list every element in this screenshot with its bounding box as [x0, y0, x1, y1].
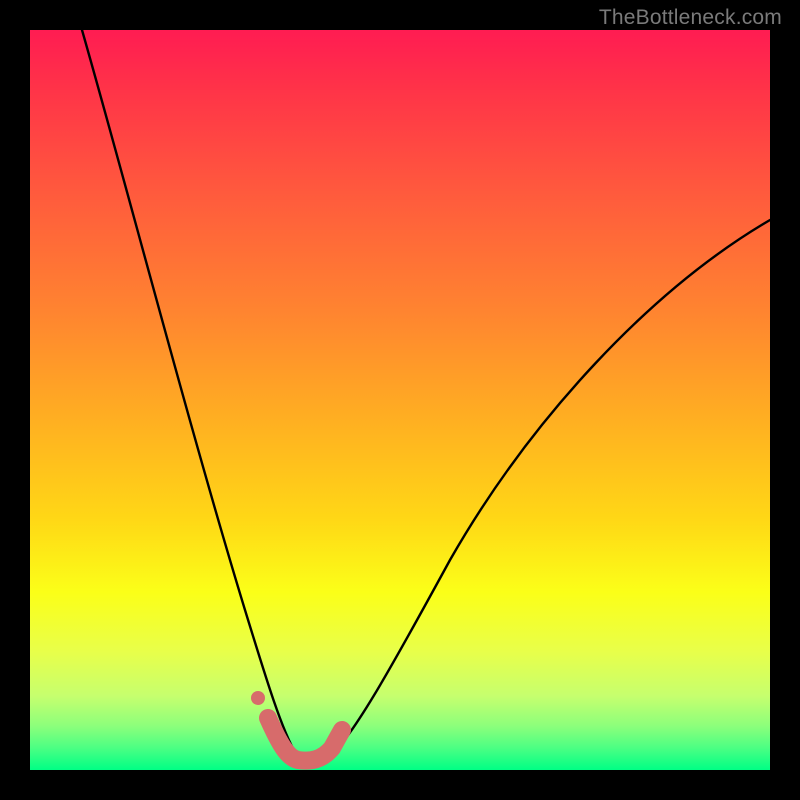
curve-layer — [30, 30, 770, 770]
bottleneck-curve — [82, 30, 770, 765]
outer-frame: TheBottleneck.com — [0, 0, 800, 800]
highlight-point — [251, 691, 265, 705]
plot-area — [30, 30, 770, 770]
watermark-text: TheBottleneck.com — [599, 6, 782, 30]
highlight-band — [268, 718, 342, 761]
